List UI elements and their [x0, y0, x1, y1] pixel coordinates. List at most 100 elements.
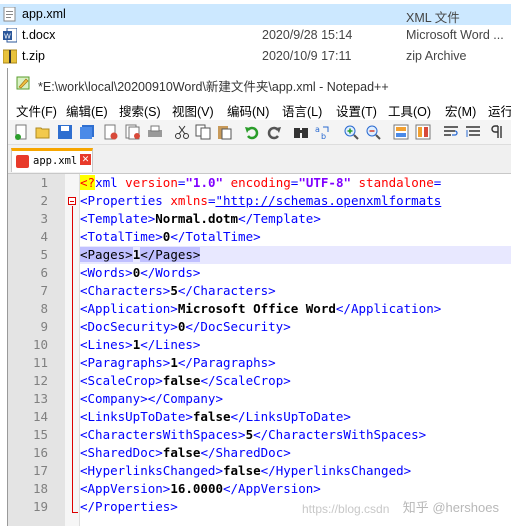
line-number: 2 [40, 193, 48, 208]
show-all-characters-icon[interactable] [489, 124, 505, 140]
line-code: <Words>0</Words> [80, 264, 511, 282]
menu-macro[interactable]: 宏(M) [445, 101, 476, 120]
undo-icon[interactable] [244, 124, 260, 140]
find-icon[interactable] [293, 124, 309, 140]
token-tag: <Characters> [80, 283, 171, 298]
open-file-icon[interactable] [35, 124, 51, 140]
file-date: 2020/10/9 17:11 [262, 49, 352, 63]
copy-icon[interactable] [195, 124, 211, 140]
code-line[interactable]: 7 <Characters>5</Characters> [8, 282, 511, 300]
menu-file[interactable]: 文件(F) [16, 101, 57, 120]
token-attr: version [125, 175, 178, 190]
line-number: 19 [32, 499, 48, 514]
window-title: *E:\work\local\20200910Word\新建文件夹\app.xm… [38, 80, 389, 94]
token-tag: <Template> [80, 211, 156, 226]
code-line[interactable]: 13 <Company></Company> [8, 390, 511, 408]
cut-icon[interactable] [174, 124, 190, 140]
title-bar[interactable]: *E:\work\local\20200910Word\新建文件夹\app.xm… [8, 68, 511, 98]
code-line[interactable]: 3 <Template>Normal.dotm</Template> [8, 210, 511, 228]
zoom-out-icon[interactable] [365, 124, 381, 140]
code-line[interactable]: 1 <?xml version="1.0" encoding="UTF-8" st… [8, 174, 511, 192]
tab-label: app.xml [33, 155, 78, 167]
file-row-t-docx[interactable]: W t.docx 2020/9/28 15:14 Microsoft Word … [0, 25, 511, 46]
new-file-icon[interactable] [13, 124, 29, 140]
code-line[interactable]: 5 <Pages>1</Pages> [8, 246, 511, 264]
word-wrap-icon[interactable] [443, 124, 459, 140]
code-line[interactable]: 8 <Application>Microsoft Office Word</App… [8, 300, 511, 318]
menu-language[interactable]: 语言(L) [282, 101, 322, 120]
unsaved-file-icon [16, 155, 29, 168]
token-txt: false [223, 463, 261, 478]
tab-app-xml[interactable]: app.xml ✕ [11, 148, 93, 172]
token-tag: </Words> [140, 265, 201, 280]
line-number: 1 [40, 175, 48, 190]
token-attr: standalone [358, 175, 434, 190]
paste-icon[interactable] [216, 124, 232, 140]
close-file-icon[interactable] [103, 124, 119, 140]
line-number: 8 [40, 301, 48, 316]
replace-icon[interactable]: ab [315, 124, 331, 140]
line-number: 12 [32, 373, 48, 388]
xml-file-icon [3, 7, 16, 22]
token-txt: Microsoft Office Word [177, 301, 336, 316]
code-line[interactable]: 4 <TotalTime>0</TotalTime> [8, 228, 511, 246]
print-icon[interactable] [147, 124, 163, 140]
close-all-icon[interactable] [125, 124, 141, 140]
sync-vertical-icon[interactable] [393, 124, 409, 140]
code-line[interactable]: 11 <Paragraphs>1</Paragraphs> [8, 354, 511, 372]
menu-edit[interactable]: 编辑(E) [66, 101, 108, 120]
line-code: <SharedDoc>false</SharedDoc> [80, 444, 511, 462]
token-attr: xmlns [170, 193, 208, 208]
code-line[interactable]: 6 <Words>0</Words> [8, 264, 511, 282]
file-row-t-zip[interactable]: t.zip 2020/10/9 17:11 zip Archive [0, 46, 511, 67]
zoom-in-icon[interactable] [343, 124, 359, 140]
save-all-icon[interactable] [79, 124, 95, 140]
token-tag: </Application> [335, 301, 442, 316]
token-tag: <DocSecurity> [80, 319, 178, 334]
code-line[interactable]: 9 <DocSecurity>0</DocSecurity> [8, 318, 511, 336]
token-tag: </LinksUpToDate> [230, 409, 351, 424]
token-txt: false [162, 445, 201, 460]
line-number: 13 [32, 391, 48, 406]
menu-settings[interactable]: 设置(T) [336, 101, 377, 120]
code-line[interactable]: 18 <AppVersion>16.0000</AppVersion> [8, 480, 511, 498]
token-tag: <HyperlinksChanged> [80, 463, 223, 478]
file-row-app-xml[interactable]: app.xml XML 文件 [0, 4, 511, 25]
line-code: <HyperlinksChanged>false</HyperlinksChan… [80, 462, 511, 480]
menu-run[interactable]: 运行 [488, 101, 511, 120]
code-line[interactable]: 15 <CharactersWithSpaces>5</CharactersWit… [8, 426, 511, 444]
token-tag [223, 175, 231, 190]
code-line[interactable]: 14 <LinksUpToDate>false</LinksUpToDate> [8, 408, 511, 426]
close-tab-icon[interactable]: ✕ [80, 154, 91, 165]
line-number: 14 [32, 409, 48, 424]
token-tag: <Paragraphs> [80, 355, 171, 370]
redo-icon[interactable] [266, 124, 282, 140]
code-line[interactable]: 2 <Properties xmlns="http://schemas.openx… [8, 192, 511, 210]
menu-encoding[interactable]: 编码(N) [227, 101, 269, 120]
token-tag: </ScaleCrop> [200, 373, 291, 388]
menu-view[interactable]: 视图(V) [172, 101, 214, 120]
sync-horizontal-icon[interactable] [415, 124, 431, 140]
line-code: <AppVersion>16.0000</AppVersion> [80, 480, 511, 498]
line-code: <Company></Company> [80, 390, 511, 408]
code-line[interactable]: 12 <ScaleCrop>false</ScaleCrop> [8, 372, 511, 390]
token-tag: </CharactersWithSpaces> [253, 427, 427, 442]
token-val: "UTF-8" [298, 175, 351, 190]
line-code: <DocSecurity>0</DocSecurity> [80, 318, 511, 336]
token-tag: </SharedDoc> [200, 445, 291, 460]
menu-search[interactable]: 搜索(S) [119, 101, 161, 120]
save-icon[interactable] [57, 124, 73, 140]
menu-tools[interactable]: 工具(O) [388, 101, 431, 120]
line-number: 5 [40, 247, 48, 262]
token-tag: <TotalTime> [80, 229, 163, 244]
indent-guide-icon[interactable] [465, 124, 481, 140]
code-line[interactable]: 16 <SharedDoc>false</SharedDoc> [8, 444, 511, 462]
line-number: 11 [32, 355, 48, 370]
token-txt: 16.0000 [170, 481, 223, 496]
file-date: 2020/9/28 15:14 [262, 28, 353, 42]
editor[interactable]: 1 <?xml version="1.0" encoding="UTF-8" st… [8, 174, 511, 526]
line-number: 9 [40, 319, 48, 334]
code-line[interactable]: 17 <HyperlinksChanged>false</HyperlinksCh… [8, 462, 511, 480]
token-tag: = [433, 175, 442, 190]
code-line[interactable]: 10 <Lines>1</Lines> [8, 336, 511, 354]
